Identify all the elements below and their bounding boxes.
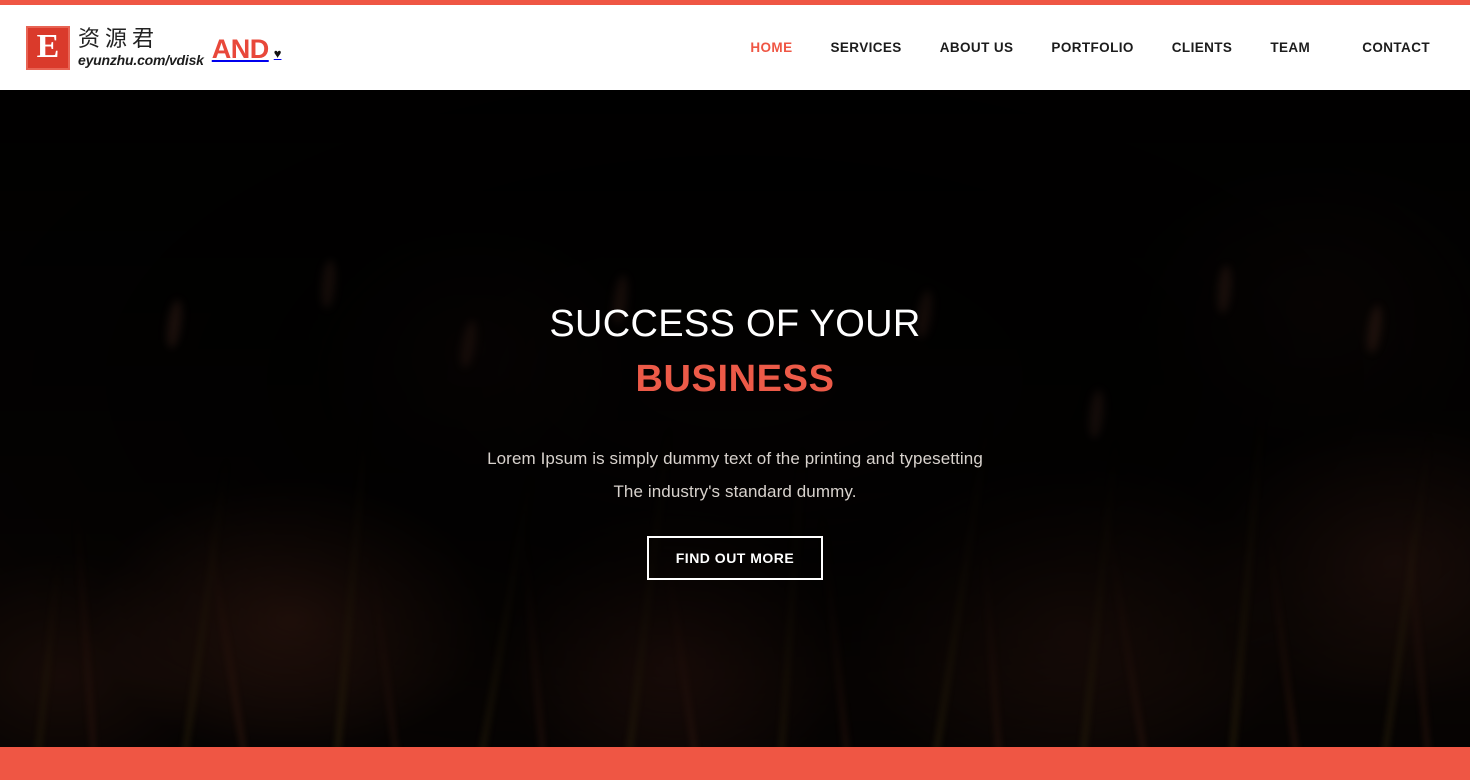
site-logo[interactable]: AND ♥ [212, 34, 282, 65]
hero-section: SUCCESS OF YOUR BUSINESS Lorem Ipsum is … [0, 90, 1470, 747]
nav-item-home[interactable]: HOME [750, 40, 792, 55]
hero-title-line1: SUCCESS OF YOUR [549, 303, 921, 345]
find-out-more-button[interactable]: FIND OUT MORE [647, 536, 823, 581]
watermark-logo: E 资源君 eyunzhu.com/vdisk [26, 25, 204, 70]
nav-item-services[interactable]: SERVICES [830, 40, 901, 55]
landing-page: E 资源君 eyunzhu.com/vdisk AND ♥ HOME SERVI… [0, 0, 1470, 780]
nav-item-portfolio[interactable]: PORTFOLIO [1051, 40, 1133, 55]
site-header: E 资源君 eyunzhu.com/vdisk AND ♥ HOME SERVI… [0, 5, 1470, 90]
nav-item-about-us[interactable]: ABOUT US [940, 40, 1014, 55]
watermark-badge-letter: E [36, 27, 60, 65]
bottom-accent-band [0, 747, 1470, 780]
main-navigation: HOME SERVICES ABOUT US PORTFOLIO CLIENTS… [750, 40, 1470, 55]
hero-subtitle-line1: Lorem Ipsum is simply dummy text of the … [487, 448, 983, 468]
watermark-url: eyunzhu.com/vdisk [78, 51, 204, 68]
hero-title-line2: BUSINESS [635, 357, 835, 400]
brand-block: E 资源君 eyunzhu.com/vdisk AND ♥ [0, 5, 281, 90]
watermark-text: 资源君 eyunzhu.com/vdisk [78, 26, 204, 68]
hero-content: SUCCESS OF YOUR BUSINESS Lorem Ipsum is … [0, 90, 1470, 747]
nav-item-contact[interactable]: CONTACT [1362, 40, 1430, 55]
hero-subtitle: Lorem Ipsum is simply dummy text of the … [487, 442, 983, 508]
nav-item-clients[interactable]: CLIENTS [1172, 40, 1233, 55]
site-logo-word: AND [211, 33, 270, 64]
heart-icon: ♥ [273, 45, 282, 61]
watermark-name-cn: 资源君 [78, 26, 160, 52]
nav-item-team[interactable]: TEAM [1270, 40, 1310, 55]
watermark-badge-icon: E [26, 25, 70, 70]
hero-subtitle-line2: The industry's standard dummy. [613, 481, 857, 501]
